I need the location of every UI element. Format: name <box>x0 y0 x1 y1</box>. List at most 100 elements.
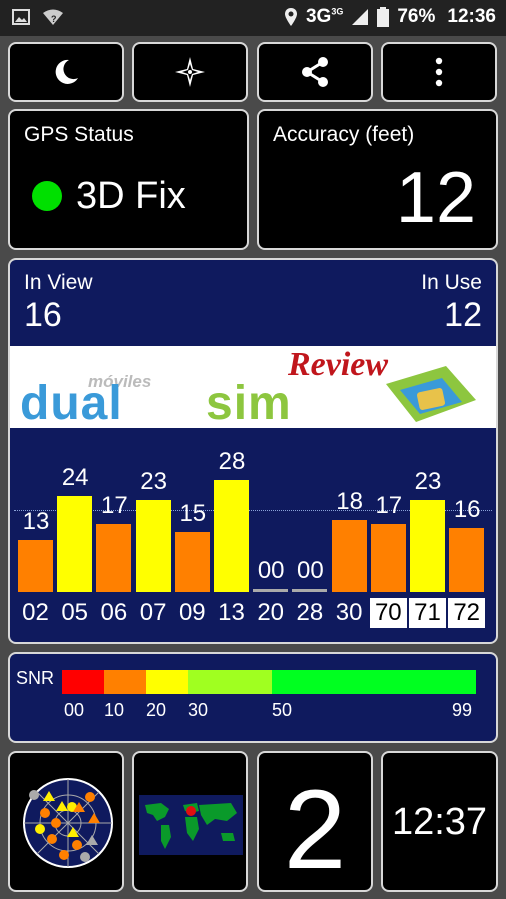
snr-segment-20 <box>146 670 188 694</box>
radar-button[interactable] <box>8 751 124 892</box>
world-map-icon <box>139 795 243 855</box>
svg-text:?: ? <box>51 14 57 24</box>
share-button[interactable] <box>257 42 373 102</box>
snr-tick-30: 30 <box>188 700 209 720</box>
in-view-label: In View <box>24 271 93 294</box>
gps-status-panel: GPS Status 3D Fix <box>8 109 249 250</box>
snr-bar-28 <box>292 589 328 592</box>
snr-bar-02 <box>18 540 53 592</box>
gps-status-label: GPS Status <box>24 123 134 146</box>
satellites-panel: In View 16 In Use 12 móviles dual sim Re… <box>8 258 498 644</box>
snr-value-72: 16 <box>453 496 481 523</box>
snr-label: SNR <box>16 668 55 688</box>
prn-label-28: 28 <box>296 599 324 626</box>
prn-label-70: 70 <box>369 598 407 628</box>
status-bar: ? 3G3G 76% 12:36 <box>0 0 506 36</box>
prn-label-71: 71 <box>409 598 446 628</box>
status-time: 12:36 <box>447 6 496 27</box>
prn-label-72: 72 <box>448 598 486 628</box>
clock-time: 12:37 <box>391 801 488 843</box>
more-options-button[interactable] <box>381 42 497 102</box>
snr-segment-00 <box>62 670 104 694</box>
clock-panel: 12:37 <box>381 751 498 892</box>
banner-sim: sim <box>206 377 292 428</box>
prn-label-05: 05 <box>61 599 89 626</box>
snr-scale: 00 10 20 30 50 99 <box>62 670 476 740</box>
satellite-count-panel: 2 <box>257 751 373 892</box>
prn-label-02: 02 <box>22 599 49 626</box>
snr-value-05: 24 <box>61 464 89 491</box>
snr-tick-10: 10 <box>104 700 125 720</box>
snr-value-30: 18 <box>336 488 363 515</box>
status-icons-left: ? <box>12 8 64 26</box>
prn-label-20: 20 <box>257 599 285 626</box>
snr-value-09: 15 <box>179 500 207 527</box>
banner-dual: dual <box>20 377 123 428</box>
snr-value-71: 23 <box>414 468 442 495</box>
snr-bar-chart: 13 24 17 23 15 28 00 00 18 17 23 16 02 05 06 07 09 13 20 2… <box>10 428 496 642</box>
share-icon <box>302 57 328 87</box>
bars-area: 13 24 17 23 15 28 00 00 18 17 23 16 <box>10 428 496 592</box>
snr-bar-07 <box>135 500 171 592</box>
prn-label-07: 07 <box>139 599 167 626</box>
accuracy-panel: Accuracy (feet) 12 <box>257 109 498 250</box>
snr-tick-20: 20 <box>146 700 167 720</box>
snr-tick-00: 00 <box>64 700 85 720</box>
snr-segment-30 <box>188 670 272 694</box>
snr-value-02: 13 <box>22 508 50 535</box>
sky-plot-icon <box>23 778 113 868</box>
snr-value-07: 23 <box>140 468 167 495</box>
battery-percent: 76% <box>397 6 436 27</box>
snr-bar-05 <box>57 496 93 592</box>
satellite-count: 2 <box>283 767 347 892</box>
compass-button[interactable] <box>132 42 248 102</box>
network-sup: 3G <box>331 6 344 17</box>
night-mode-button[interactable] <box>8 42 124 102</box>
network-label: 3G <box>305 6 332 27</box>
snr-bar-30 <box>331 520 367 592</box>
snr-bar-20 <box>253 589 289 592</box>
compass-rose-icon <box>175 57 205 87</box>
prn-label-30: 30 <box>335 599 363 626</box>
location-pin-icon <box>284 8 297 26</box>
gps-fix-value: 3D Fix <box>76 175 186 217</box>
snr-value-20: 00 <box>257 557 285 584</box>
sim-card-icon <box>386 366 476 422</box>
snr-bar-09 <box>174 532 210 592</box>
prn-label-06: 06 <box>100 599 128 626</box>
in-view-value: 16 <box>24 296 62 334</box>
battery-icon <box>377 7 390 27</box>
accuracy-value: 12 <box>395 158 476 238</box>
image-notification-icon <box>12 9 30 25</box>
network-type: 3G3G <box>306 6 343 28</box>
snr-value-13: 28 <box>218 448 246 475</box>
snr-bar-06 <box>96 524 132 592</box>
snr-bar-70 <box>370 524 406 592</box>
in-use-label: In Use <box>421 271 482 294</box>
ad-banner[interactable]: móviles dual sim Review <box>10 346 496 428</box>
snr-legend-panel: SNR 00 10 20 30 50 99 <box>8 652 498 743</box>
in-use-value: 12 <box>444 296 482 334</box>
wifi-icon: ? <box>43 9 63 25</box>
world-map-button[interactable] <box>132 751 248 892</box>
signal-icon <box>352 9 369 25</box>
gps-fix-indicator <box>32 181 62 211</box>
prn-label-13: 13 <box>218 599 245 626</box>
snr-bar-71 <box>410 500 445 592</box>
snr-value-28: 00 <box>297 557 324 584</box>
more-vert-icon <box>435 57 443 87</box>
snr-bar-72 <box>449 528 485 592</box>
status-icons-right: 3G3G 76% 12:36 <box>284 6 496 28</box>
snr-bar-13 <box>214 480 249 592</box>
snr-tick-50: 50 <box>272 700 293 720</box>
moon-icon <box>55 59 78 84</box>
snr-value-06: 17 <box>101 492 128 519</box>
banner-review: Review <box>288 346 389 383</box>
prn-label-09: 09 <box>178 599 206 626</box>
snr-value-70: 17 <box>375 492 403 519</box>
snr-segment-10 <box>104 670 146 694</box>
accuracy-label: Accuracy (feet) <box>273 123 415 146</box>
snr-tick-99: 99 <box>452 700 473 720</box>
prn-labels: 02 05 06 07 09 13 20 28 30 70 71 72 <box>10 598 496 628</box>
snr-segment-50 <box>272 670 476 694</box>
